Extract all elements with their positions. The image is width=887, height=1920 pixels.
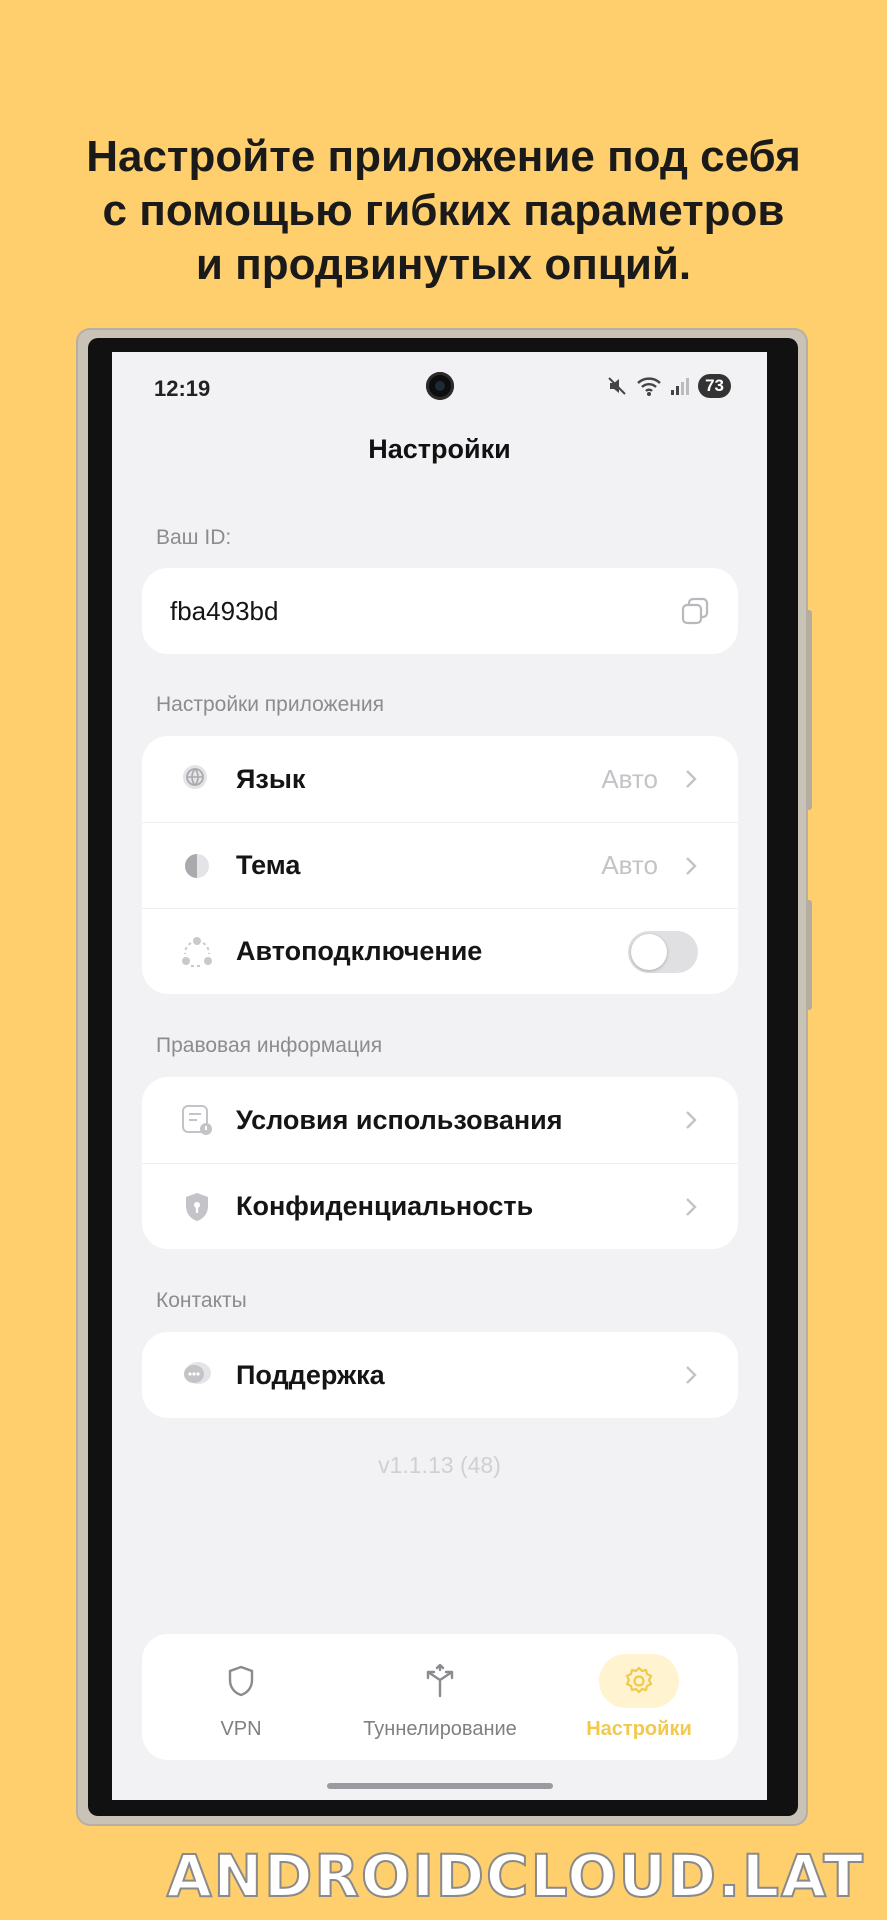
legal-card: Условия использования Конфиденциальность (142, 1077, 738, 1249)
privacy-label: Конфиденциальность (236, 1191, 534, 1221)
headline-line-1: Настройте приложение под себя (86, 132, 801, 181)
user-id-value: fba493bd (170, 595, 279, 626)
page-title: Настройки (368, 434, 511, 464)
tab-settings-label: Настройки (586, 1718, 692, 1740)
copy-icon[interactable] (680, 596, 710, 626)
phone-power-button (806, 900, 812, 1010)
document-icon (180, 1103, 214, 1137)
tab-tunneling-label: Туннелирование (363, 1718, 517, 1740)
app-settings-section-label: Настройки приложения (156, 693, 384, 716)
chevron-right-icon (686, 770, 697, 788)
legal-section-label: Правовая информация (156, 1034, 383, 1057)
bottom-tab-bar: VPN Туннелирование Настройки (142, 1634, 738, 1760)
theme-value: Авто (601, 850, 658, 880)
chevron-right-icon (686, 856, 697, 875)
contacts-card: Поддержка (142, 1332, 738, 1418)
signal-icon (671, 378, 690, 395)
home-indicator[interactable] (327, 1783, 553, 1789)
app-screen: 12:19 73 Настройки Ваш ID: fba493bd Наст… (112, 352, 767, 1800)
autoconnect-row: Автоподключение (142, 908, 738, 994)
terms-row[interactable]: Условия использования (142, 1077, 738, 1163)
chat-bubble-icon (180, 1358, 214, 1392)
id-row[interactable]: fba493bd (142, 568, 738, 654)
terms-label: Условия использования (236, 1104, 563, 1135)
front-camera (426, 372, 454, 400)
chevron-right-icon (686, 1111, 697, 1129)
headline-line-2: с помощью гибких параметров (102, 186, 785, 235)
mute-icon (608, 377, 626, 395)
wifi-icon (637, 377, 661, 396)
language-label: Язык (236, 763, 306, 794)
phone-volume-button (806, 610, 812, 810)
status-time: 12:19 (154, 376, 211, 401)
autoconnect-icon (180, 935, 214, 969)
support-label: Поддержка (236, 1359, 385, 1390)
chevron-right-icon (686, 1366, 697, 1384)
theme-label: Тема (236, 850, 301, 880)
status-icons: 73 (606, 374, 731, 398)
autoconnect-toggle[interactable] (628, 930, 698, 973)
id-card[interactable]: fba493bd (142, 568, 738, 654)
tab-vpn-label: VPN (220, 1718, 262, 1740)
language-row[interactable]: Язык Авто (142, 736, 738, 822)
gear-icon (599, 1654, 679, 1708)
watermark: ANDROIDCLOUD.LAT (166, 1841, 865, 1911)
tab-settings[interactable]: Настройки (540, 1634, 738, 1760)
autoconnect-label: Автоподключение (236, 936, 483, 966)
app-version: v1.1.13 (48) (378, 1452, 501, 1478)
id-section-label: Ваш ID: (156, 526, 232, 549)
app-settings-card: Язык Авто Тема Авто Автоподключение (142, 736, 738, 994)
promo-headline: Настройте приложение под себя с помощью … (0, 130, 887, 292)
battery-badge: 73 (698, 374, 731, 398)
shield-lock-icon (180, 1190, 214, 1224)
headline-line-3: и продвинутых опций. (195, 240, 692, 289)
toggle-knob (631, 933, 667, 970)
tab-vpn[interactable]: VPN (142, 1634, 340, 1760)
tab-tunneling[interactable]: Туннелирование (341, 1634, 539, 1760)
contacts-section-label: Контакты (156, 1289, 247, 1312)
language-value: Авто (601, 763, 658, 794)
globe-icon (180, 762, 214, 796)
shield-icon (201, 1654, 281, 1708)
contrast-icon (180, 849, 214, 883)
theme-row[interactable]: Тема Авто (142, 822, 738, 908)
chevron-right-icon (686, 1197, 697, 1216)
privacy-row[interactable]: Конфиденциальность (142, 1163, 738, 1249)
split-arrows-icon (400, 1654, 480, 1708)
support-row[interactable]: Поддержка (142, 1332, 738, 1418)
